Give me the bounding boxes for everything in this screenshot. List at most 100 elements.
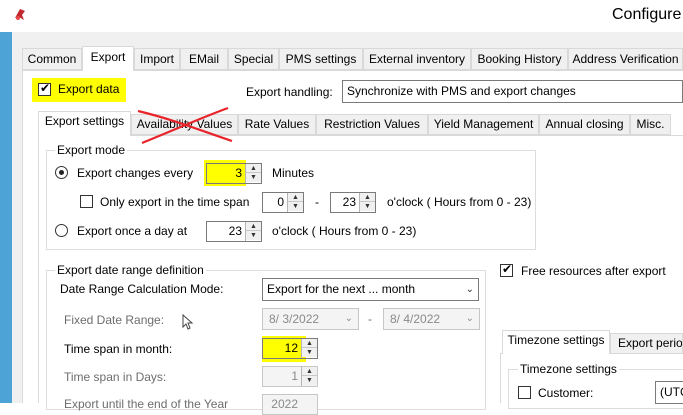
export-mode-title: Export mode	[55, 143, 128, 157]
tab-label: Special	[233, 52, 274, 66]
spin-down-icon[interactable]: ▼	[360, 202, 375, 211]
export-once-a-day-radio[interactable]	[55, 224, 68, 237]
fixed-to-date[interactable]: 8/ 4/2022 ⌄	[383, 308, 480, 330]
chevron-down-icon: ⌄	[344, 313, 353, 324]
spin-down-icon[interactable]: ▼	[246, 173, 261, 182]
spinner-value: 2022	[271, 397, 298, 411]
spinner-buttons: ▲ ▼	[287, 193, 303, 212]
title-bar	[0, 0, 683, 32]
date-range-title: Export date range definition	[55, 263, 206, 277]
spin-down-icon[interactable]: ▼	[246, 231, 261, 240]
only-timespan-label: Only export in the time span	[100, 195, 250, 209]
customer-timezone-value: (UTC	[660, 385, 683, 399]
once-a-day-spinner[interactable]: 23 ▲ ▼	[206, 221, 262, 242]
spin-up-icon[interactable]: ▲	[302, 367, 317, 376]
tab-timezone-settings[interactable]: Timezone settings	[502, 330, 610, 354]
calc-mode-label: Date Range Calculation Mode:	[60, 282, 224, 296]
spinner-value: 3	[235, 166, 242, 180]
date-value: 8/ 4/2022	[390, 312, 441, 326]
tab-label: EMail	[188, 52, 219, 66]
tab-label: Export settings	[44, 114, 125, 128]
export-changes-every-label: Export changes every	[77, 166, 194, 180]
spinner-value: 12	[284, 341, 298, 355]
free-resources-checkbox[interactable]: ✔	[500, 262, 513, 277]
tab-label: Export period	[618, 336, 683, 350]
customer-timezone-select[interactable]: (UTC	[655, 381, 683, 404]
tab-label: PMS settings	[285, 52, 357, 66]
tab-label: Restriction Values	[324, 117, 420, 131]
once-hours-hint: o'clock ( Hours from 0 - 23)	[272, 224, 417, 238]
tab-annual-closing[interactable]: Annual closing	[539, 114, 630, 135]
tab-export[interactable]: Export	[82, 46, 134, 71]
export-handling-value: Synchronize with PMS and export changes	[347, 84, 576, 98]
fixed-range-dash: -	[368, 312, 372, 326]
span-days-label: Time span in Days:	[64, 370, 167, 384]
to-hour-spinner[interactable]: 23 ▲ ▼	[330, 192, 376, 213]
span-month-spinner[interactable]: 12 ▲ ▼	[262, 338, 318, 359]
tab-export-period[interactable]: Export period	[610, 333, 683, 354]
tab-address-verification[interactable]: Address Verification	[568, 48, 683, 70]
fixed-from-date[interactable]: 8/ 3/2022 ⌄	[262, 308, 359, 330]
tab-booking-history[interactable]: Booking History	[471, 48, 568, 70]
tab-label: Misc.	[636, 117, 665, 131]
timespan-dash: -	[315, 195, 319, 209]
spin-up-icon[interactable]: ▲	[246, 164, 261, 173]
mouse-cursor-icon	[182, 314, 194, 330]
span-days-spinner[interactable]: 1 ▲ ▼	[262, 366, 318, 387]
tab-label: Rate Values	[244, 117, 310, 131]
checkmark-icon: ✔	[40, 81, 51, 95]
tab-rate-values[interactable]: Rate Values	[238, 114, 316, 135]
spin-down-icon[interactable]: ▼	[302, 376, 317, 385]
export-handling-label: Export handling:	[246, 85, 333, 99]
export-data-checkbox[interactable]: ✔	[38, 81, 51, 96]
spinner-value: 0	[277, 195, 284, 209]
tab-import[interactable]: Import	[134, 48, 180, 70]
export-changes-every-radio[interactable]	[55, 166, 68, 179]
spinner-buttons: ▲ ▼	[359, 193, 375, 212]
chevron-down-icon: ⌄	[465, 313, 474, 324]
calc-mode-select[interactable]: Export for the next ... month ⌄	[262, 278, 479, 301]
tab-yield-management[interactable]: Yield Management	[428, 114, 539, 135]
tab-label: Address Verification	[572, 52, 679, 66]
spinner-buttons: ▲ ▼	[245, 164, 261, 183]
spinner-buttons: ▲ ▼	[301, 339, 317, 358]
spinner-buttons: ▲ ▼	[301, 367, 317, 386]
spin-up-icon[interactable]: ▲	[288, 193, 303, 202]
spin-up-icon[interactable]: ▲	[246, 222, 261, 231]
tab-special[interactable]: Special	[228, 48, 279, 70]
spinner-buttons: ▲ ▼	[245, 222, 261, 241]
tab-export-settings[interactable]: Export settings	[38, 111, 131, 136]
tab-label: Export	[90, 50, 126, 64]
chevron-down-icon: ⌄	[465, 284, 474, 295]
tab-pms-settings[interactable]: PMS settings	[279, 48, 363, 70]
tab-label: Timezone settings	[507, 333, 605, 347]
span-month-label: Time span in month:	[64, 342, 173, 356]
checkmark-icon: ✔	[502, 262, 513, 276]
export-interval-spinner[interactable]: 3 ▲ ▼	[206, 163, 262, 184]
minutes-label: Minutes	[272, 166, 315, 180]
tab-email[interactable]: EMail	[180, 48, 228, 70]
spin-up-icon[interactable]: ▲	[302, 339, 317, 348]
year-end-spinner[interactable]: 2022	[262, 394, 318, 415]
customer-checkbox[interactable]	[518, 386, 531, 399]
spin-up-icon[interactable]: ▲	[360, 193, 375, 202]
tab-misc[interactable]: Misc.	[630, 114, 671, 135]
spinner-value: 23	[342, 195, 356, 209]
fixed-range-label: Fixed Date Range:	[64, 313, 165, 327]
tab-restriction-values[interactable]: Restriction Values	[316, 114, 428, 135]
strike-through-mark	[137, 106, 233, 145]
only-timespan-checkbox[interactable]	[80, 195, 93, 208]
from-hour-spinner[interactable]: 0 ▲ ▼	[262, 192, 304, 213]
customer-label: Customer:	[538, 386, 594, 400]
tab-label: External inventory	[368, 52, 466, 66]
tab-label: Annual closing	[545, 117, 624, 131]
tab-common[interactable]: Common	[22, 48, 82, 70]
export-handling-select[interactable]: Synchronize with PMS and export changes	[342, 80, 683, 103]
spin-down-icon[interactable]: ▼	[288, 202, 303, 211]
hours-hint: o'clock ( Hours from 0 - 23)	[387, 195, 532, 209]
tab-label: Import	[139, 52, 174, 66]
window-frame	[0, 32, 12, 403]
spin-down-icon[interactable]: ▼	[302, 348, 317, 357]
spinner-value: 23	[228, 224, 242, 238]
tab-external-inventory[interactable]: External inventory	[363, 48, 471, 70]
